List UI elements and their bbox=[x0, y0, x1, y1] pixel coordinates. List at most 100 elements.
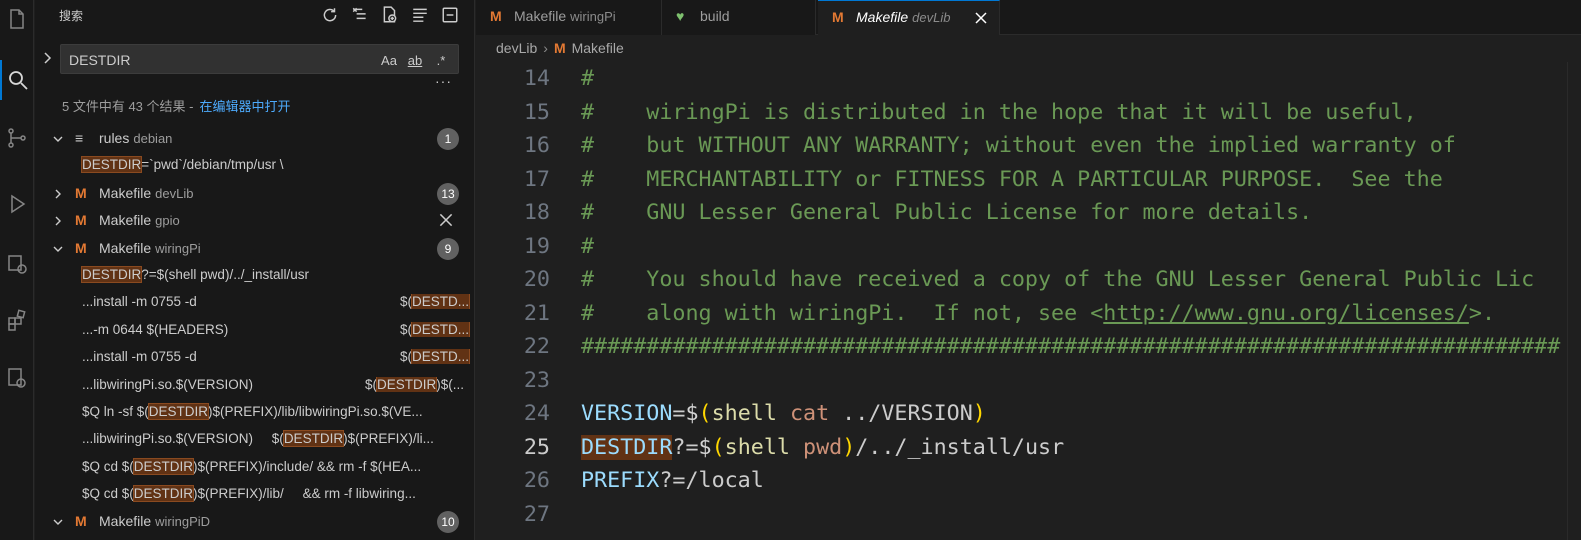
comment-text: # bbox=[581, 233, 595, 259]
match-text: )$(PREFIX)/lib/libwiringPi.so.$(VE... bbox=[208, 403, 423, 419]
result-match-row[interactable]: ...libwiringPi.so.$(VERSION) $(DESTDIR)$… bbox=[35, 426, 474, 453]
line-number: 18 bbox=[523, 200, 550, 225]
match-highlight: DESTDIR bbox=[132, 457, 195, 475]
comment-text: ########################################… bbox=[581, 334, 1561, 359]
comment-text: # along with wiringPi. If not, see < bbox=[581, 300, 1104, 326]
paren: ) bbox=[972, 401, 986, 426]
code-line: 21 # along with wiringPi. If not, see <ht… bbox=[476, 297, 1581, 331]
clear-results-icon[interactable] bbox=[349, 4, 371, 26]
breadcrumb-folder[interactable]: devLib bbox=[496, 40, 537, 56]
tab-build[interactable]: ♥ build bbox=[662, 0, 816, 35]
remote-explorer-icon[interactable] bbox=[0, 244, 34, 284]
result-match-row[interactable]: ...install -m 0755 -d $(DESTD... bbox=[35, 289, 474, 316]
comment-text: # MERCHANTABILITY or FITNESS FOR A PARTI… bbox=[581, 166, 1443, 192]
search-options: Aa ab .* bbox=[378, 49, 452, 71]
line-number: 21 bbox=[523, 300, 550, 326]
result-match-row[interactable]: DESTDIR?=$(shell pwd)/../_install/usr bbox=[35, 262, 474, 289]
file-dir: gpio bbox=[155, 213, 180, 229]
line-number: 24 bbox=[523, 401, 550, 426]
line-number: 26 bbox=[523, 468, 550, 493]
line-number: 23 bbox=[523, 367, 550, 393]
operator: = bbox=[672, 401, 686, 426]
tab-dir: devLib bbox=[912, 10, 951, 25]
use-regex-toggle[interactable]: .* bbox=[430, 49, 452, 71]
match-text: ...libwiringPi.so.$(VERSION) $( bbox=[82, 431, 284, 447]
match-highlight: DESTDIR bbox=[282, 430, 345, 448]
plain-text: /../_install/usr bbox=[855, 434, 1065, 460]
cmake-icon[interactable] bbox=[0, 358, 34, 398]
result-file-row[interactable]: M Makefile wiringPiD 10 bbox=[35, 508, 474, 535]
toggle-search-details-icon[interactable]: ··· bbox=[435, 73, 452, 89]
result-match-row[interactable]: ...-m 0644 $(HEADERS) $(DESTD... bbox=[35, 317, 474, 344]
result-file-row[interactable]: M Makefile wiringPi 9 bbox=[35, 235, 474, 262]
search-results-tree: ≡ rules debian 1 DESTDIR=`pwd`/debian/tmp… bbox=[35, 125, 474, 536]
extensions-icon[interactable] bbox=[0, 300, 34, 340]
result-file-row[interactable]: ≡ rules debian 1 bbox=[35, 125, 474, 152]
run-debug-icon[interactable] bbox=[0, 184, 34, 224]
collapse-all-icon[interactable] bbox=[439, 4, 461, 26]
paren: ) bbox=[842, 434, 856, 460]
result-match-row[interactable]: $Q cd $(DESTDIR)$(PREFIX)/lib/ && rm -f … bbox=[35, 481, 474, 508]
result-file-row[interactable]: M Makefile devLib 13 bbox=[35, 180, 474, 207]
match-text: )$(... bbox=[436, 376, 465, 392]
breadcrumb: devLib › M Makefile bbox=[496, 40, 624, 56]
search-icon[interactable] bbox=[0, 60, 34, 100]
match-text: ...install -m 0755 -d bbox=[82, 294, 197, 310]
refresh-icon[interactable] bbox=[319, 4, 341, 26]
match-count-badge: 9 bbox=[437, 237, 459, 260]
results-count-text: 5 文件中有 43 个结果 - bbox=[62, 99, 194, 114]
heart-icon: ♥ bbox=[676, 8, 685, 24]
result-match-row[interactable]: ...libwiringPi.so.$(VERSION) $(DESTDIR)$… bbox=[35, 372, 474, 399]
chevron-down-icon[interactable] bbox=[51, 132, 65, 146]
match-count-badge: 1 bbox=[437, 128, 459, 150]
search-input-value[interactable]: DESTDIR bbox=[69, 52, 130, 68]
chevron-down-icon[interactable] bbox=[51, 242, 65, 256]
breadcrumb-file[interactable]: Makefile bbox=[572, 40, 624, 56]
search-input[interactable]: DESTDIR Aa ab .* bbox=[60, 44, 459, 74]
function: shell bbox=[711, 401, 777, 426]
makefile-icon: M bbox=[75, 513, 87, 530]
url-link[interactable]: http://www.gnu.org/licenses/ bbox=[1103, 301, 1469, 326]
match-highlight: DESTD... bbox=[411, 321, 471, 337]
function: shell bbox=[724, 434, 790, 460]
tab-makefile-devlib[interactable]: M Makefile devLib bbox=[818, 0, 1000, 35]
line-number: 19 bbox=[523, 233, 550, 259]
scrollbar[interactable] bbox=[1567, 62, 1581, 540]
variable: PREFIX bbox=[581, 468, 660, 493]
argument: cat bbox=[789, 401, 830, 426]
match-highlight: DESTDIR bbox=[80, 265, 143, 283]
match-text: $( bbox=[400, 349, 413, 365]
result-file-row[interactable]: M Makefile gpio bbox=[35, 207, 474, 234]
chevron-right-icon[interactable] bbox=[51, 214, 65, 228]
chevron-down-icon[interactable] bbox=[51, 515, 65, 529]
file-dir: debian bbox=[133, 131, 173, 146]
match-whole-word-toggle[interactable]: ab bbox=[404, 49, 426, 71]
close-icon[interactable] bbox=[973, 10, 989, 26]
search-sidebar: 搜索 DESTDIR Aa ab .* ··· 5 文件中有 43 个结果 - 在… bbox=[35, 0, 475, 540]
match-text: ...install -m 0755 -d bbox=[82, 349, 197, 365]
match-text: $( bbox=[400, 294, 413, 310]
match-case-toggle[interactable]: Aa bbox=[378, 49, 400, 71]
result-match-row[interactable]: ...install -m 0755 -d $(DESTD... bbox=[35, 344, 474, 371]
sidebar-title: 搜索 bbox=[59, 9, 84, 23]
chevron-right-icon[interactable] bbox=[51, 187, 65, 201]
code-line: 22 ######################################… bbox=[476, 330, 1581, 364]
dismiss-close-icon[interactable] bbox=[437, 211, 455, 229]
view-as-list-icon[interactable] bbox=[409, 4, 431, 26]
variable: VERSION bbox=[581, 401, 673, 426]
source-control-icon[interactable] bbox=[0, 118, 34, 158]
result-match-row[interactable]: $Q cd $(DESTDIR)$(PREFIX)/include/ && rm… bbox=[35, 454, 474, 481]
makefile-icon: M bbox=[75, 212, 87, 229]
code-editor[interactable]: 14 # 15 # wiringPi is distributed in the h… bbox=[476, 62, 1581, 531]
result-match-row[interactable]: DESTDIR=`pwd`/debian/tmp/usr \ bbox=[35, 152, 474, 179]
new-search-editor-icon[interactable] bbox=[379, 4, 401, 26]
tab-makefile-wiringpi[interactable]: M Makefile wiringPi bbox=[476, 0, 662, 35]
open-in-editor-link[interactable]: 在编辑器中打开 bbox=[199, 99, 290, 114]
file-name: Makefile bbox=[99, 212, 152, 229]
makefile-icon: M bbox=[490, 8, 502, 24]
makefile-icon: M bbox=[75, 239, 87, 256]
result-match-row[interactable]: $Q ln -sf $(DESTDIR)$(PREFIX)/lib/libwir… bbox=[35, 399, 474, 426]
toggle-replace-chevron-icon[interactable] bbox=[41, 50, 55, 66]
explorer-icon[interactable] bbox=[0, 0, 34, 40]
makefile-icon: M bbox=[553, 40, 566, 56]
